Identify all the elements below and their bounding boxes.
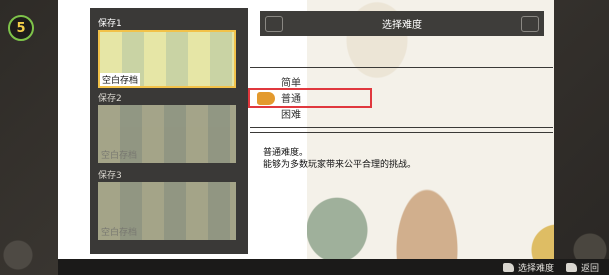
select-difficulty-label: 选择难度 xyxy=(517,263,554,274)
save-slot-thumbnail: 空白存档 xyxy=(98,182,236,240)
save-slot-panel: 保存1 空白存档 保存2 空白存档 保存3 空白存档 xyxy=(90,8,248,254)
confirm-hand-icon xyxy=(502,262,514,272)
pointing-hand-icon xyxy=(257,92,275,105)
difficulty-description: 普通难度。 能够为多数玩家带来公平合理的挑战。 xyxy=(263,147,416,171)
save-slot-thumbnail: 空白存档 xyxy=(98,30,236,88)
save-slot-status: 空白存档 xyxy=(101,151,138,161)
save-slot-status: 空白存档 xyxy=(100,73,141,86)
back-label: 返回 xyxy=(580,263,599,274)
difficulty-option-hard[interactable]: 困难 xyxy=(281,108,301,124)
back-hand-icon xyxy=(565,262,577,272)
save-slot-thumbnail: 空白存档 xyxy=(98,105,236,163)
save-slot-status: 空白存档 xyxy=(101,228,138,238)
header-title: 选择难度 xyxy=(382,20,422,31)
difficulty-option-normal[interactable]: 普通 xyxy=(281,92,301,108)
footer-bar: 选择难度 返回 xyxy=(58,259,609,275)
divider xyxy=(250,132,553,133)
difficulty-list: 简单 普通 困难 xyxy=(281,76,301,124)
save-slot-3[interactable]: 保存3 空白存档 xyxy=(98,170,236,240)
difficulty-header: 选择难度 xyxy=(260,11,544,36)
illustration xyxy=(307,0,554,259)
ornament-icon xyxy=(521,16,539,32)
save-slot-1[interactable]: 保存1 空白存档 xyxy=(98,18,236,88)
save-slot-2[interactable]: 保存2 空白存档 xyxy=(98,93,236,163)
ornament-icon xyxy=(265,16,283,32)
game-logo-icon: 5 xyxy=(8,15,34,41)
description-line: 普通难度。 xyxy=(263,148,309,158)
divider xyxy=(250,67,553,68)
back-button[interactable]: 返回 xyxy=(565,261,599,274)
save-slot-label: 保存3 xyxy=(98,171,122,181)
description-line: 能够为多数玩家带来公平合理的挑战。 xyxy=(263,160,417,170)
divider xyxy=(250,127,553,128)
save-slot-label: 保存2 xyxy=(98,94,122,104)
save-slot-label: 保存1 xyxy=(98,19,122,29)
difficulty-option-easy[interactable]: 简单 xyxy=(281,76,301,92)
logo-text: 5 xyxy=(16,20,26,36)
select-difficulty-button[interactable]: 选择难度 xyxy=(502,261,554,274)
